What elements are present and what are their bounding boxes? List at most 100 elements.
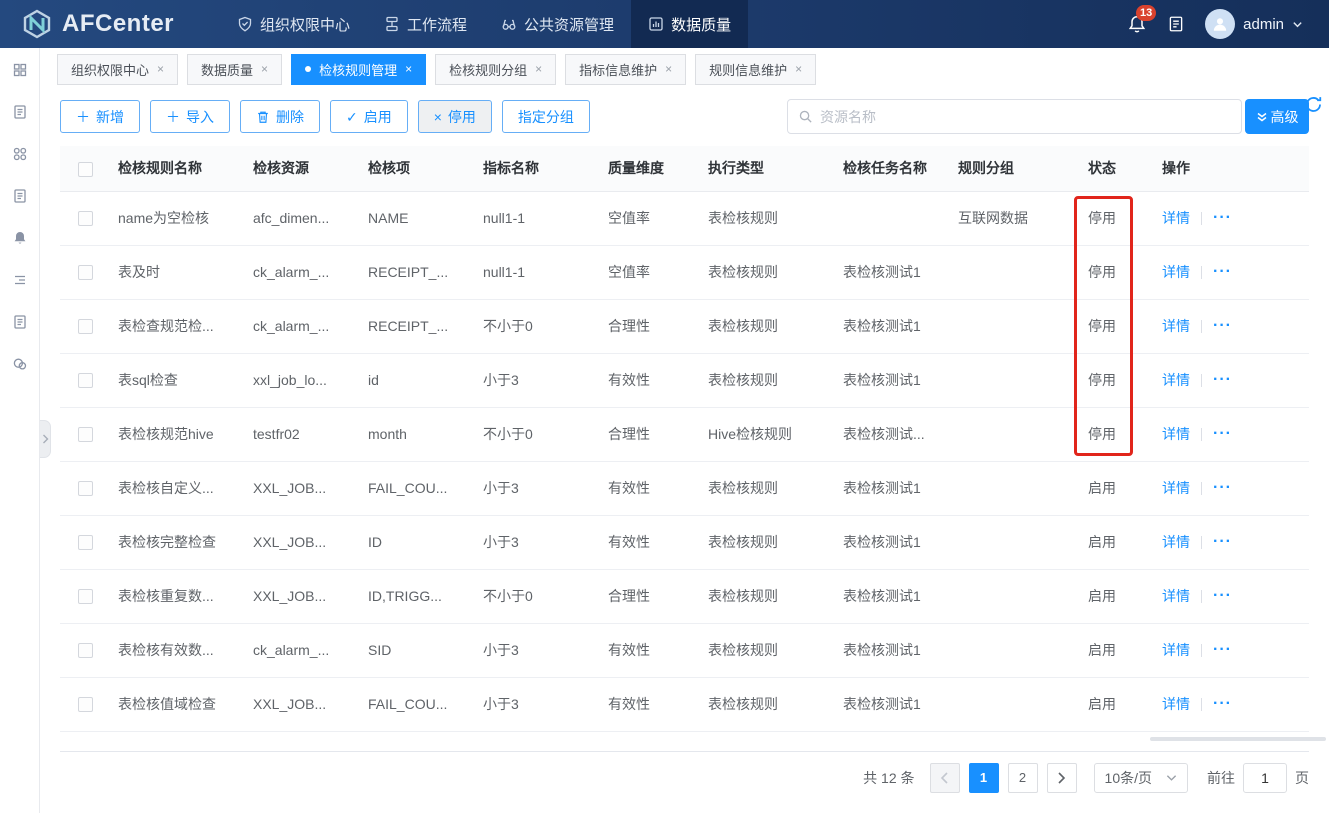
sidebar-database-icon[interactable] <box>12 356 28 372</box>
resources-icon <box>501 16 517 32</box>
detail-link[interactable]: 详情 <box>1162 210 1190 226</box>
action-divider <box>1201 536 1202 549</box>
detail-link[interactable]: 详情 <box>1162 264 1190 280</box>
sidebar-list-icon[interactable] <box>12 272 28 288</box>
page-button-1[interactable]: 1 <box>969 763 999 793</box>
新增-button[interactable]: ＋新增 <box>60 100 140 133</box>
pagination: 共 12 条 12 10条/页 前往 页 <box>60 763 1309 793</box>
table-row: 表检核值域检查XXL_JOB...FAIL_COU...小于3有效性表检核规则表… <box>60 677 1309 731</box>
tab-close-icon[interactable]: × <box>157 62 164 76</box>
more-actions-icon[interactable]: ··· <box>1213 479 1232 496</box>
horizontal-scrollbar[interactable] <box>1150 737 1326 741</box>
tab-close-icon[interactable]: × <box>535 62 542 76</box>
row-checkbox[interactable] <box>78 211 93 226</box>
nav-item-2[interactable]: 工作流程 <box>367 0 484 48</box>
tab-检核规则管理[interactable]: 检核规则管理× <box>291 54 426 85</box>
sidebar-document-icon[interactable] <box>12 188 28 204</box>
page-button-2[interactable]: 2 <box>1008 763 1038 793</box>
main-nav: 组织权限中心工作流程公共资源管理数据质量 <box>220 0 748 48</box>
detail-link[interactable]: 详情 <box>1162 480 1190 496</box>
search-input[interactable] <box>820 109 1231 125</box>
detail-link[interactable]: 详情 <box>1162 696 1190 712</box>
row-checkbox[interactable] <box>78 535 93 550</box>
cell-status: 停用 <box>1088 353 1162 407</box>
detail-link[interactable]: 详情 <box>1162 318 1190 334</box>
tab-close-icon[interactable]: × <box>665 62 672 76</box>
row-checkbox[interactable] <box>78 589 93 604</box>
more-actions-icon[interactable]: ··· <box>1213 587 1232 604</box>
row-checkbox[interactable] <box>78 373 93 388</box>
cell-task: 表检核测试1 <box>843 245 958 299</box>
action-divider <box>1201 374 1202 387</box>
启用-button[interactable]: ✓启用 <box>330 100 408 133</box>
select-all-checkbox[interactable] <box>78 162 93 177</box>
detail-link[interactable]: 详情 <box>1162 588 1190 604</box>
停用-button[interactable]: ×停用 <box>418 100 492 133</box>
cell-group <box>958 299 1088 353</box>
cell-metric: 不小于0 <box>483 407 608 461</box>
cell-task: 表检核测试1 <box>843 569 958 623</box>
refresh-icon[interactable] <box>1304 95 1323 114</box>
page-size-select[interactable]: 10条/页 <box>1094 763 1188 793</box>
tab-指标信息维护[interactable]: 指标信息维护× <box>565 54 686 85</box>
log-document-icon[interactable] <box>1167 15 1185 33</box>
next-page-button[interactable] <box>1047 763 1077 793</box>
more-actions-icon[interactable]: ··· <box>1213 209 1232 226</box>
app-logo[interactable]: AFCenter <box>0 0 192 48</box>
sidebar-grid-icon[interactable] <box>12 62 28 78</box>
nav-item-3[interactable]: 公共资源管理 <box>484 0 631 48</box>
cell-name: 表检查规范检... <box>118 299 253 353</box>
cell-dimension: 有效性 <box>608 515 708 569</box>
prev-page-button[interactable] <box>930 763 960 793</box>
row-checkbox[interactable] <box>78 643 93 658</box>
table-row: 表sql检查xxl_job_lo...id小于3有效性表检核规则表检核测试1停用… <box>60 353 1309 407</box>
tab-close-icon[interactable]: × <box>795 62 802 76</box>
detail-link[interactable]: 详情 <box>1162 642 1190 658</box>
tab-检核规则分组[interactable]: 检核规则分组× <box>435 54 556 85</box>
more-actions-icon[interactable]: ··· <box>1213 533 1232 550</box>
sidebar-document-icon[interactable] <box>12 104 28 120</box>
more-actions-icon[interactable]: ··· <box>1213 641 1232 658</box>
more-actions-icon[interactable]: ··· <box>1213 425 1232 442</box>
删除-button[interactable]: 删除 <box>240 100 320 133</box>
table-row: name为空检核afc_dimen...NAMEnull1-1空值率表检核规则互… <box>60 191 1309 245</box>
more-actions-icon[interactable]: ··· <box>1213 263 1232 280</box>
cell-group <box>958 515 1088 569</box>
sidebar-bell-icon[interactable] <box>12 230 28 246</box>
detail-link[interactable]: 详情 <box>1162 426 1190 442</box>
more-actions-icon[interactable]: ··· <box>1213 317 1232 334</box>
cell-status: 启用 <box>1088 623 1162 677</box>
action-divider <box>1201 212 1202 225</box>
advanced-search-button[interactable]: 高级 <box>1245 99 1309 134</box>
goto-page-input[interactable] <box>1243 763 1287 793</box>
table-row: 表检核自定义...XXL_JOB...FAIL_COU...小于3有效性表检核规… <box>60 461 1309 515</box>
user-menu[interactable]: admin <box>1205 9 1303 39</box>
detail-link[interactable]: 详情 <box>1162 372 1190 388</box>
指定分组-button[interactable]: 指定分组 <box>502 100 590 133</box>
tab-规则信息维护[interactable]: 规则信息维护× <box>695 54 816 85</box>
tab-组织权限中心[interactable]: 组织权限中心× <box>57 54 178 85</box>
tab-close-icon[interactable]: × <box>405 62 412 76</box>
nav-item-label: 组织权限中心 <box>260 14 350 35</box>
table-row: 表检核有效数...ck_alarm_...SID小于3有效性表检核规则表检核测试… <box>60 623 1309 677</box>
row-checkbox[interactable] <box>78 319 93 334</box>
notifications-button[interactable]: 13 <box>1127 14 1147 34</box>
sidebar-document-icon[interactable] <box>12 314 28 330</box>
sidebar-collapse-handle[interactable] <box>40 420 51 458</box>
导入-button[interactable]: ＋导入 <box>150 100 230 133</box>
nav-item-4[interactable]: 数据质量 <box>631 0 748 48</box>
logo-mark-icon <box>22 9 52 39</box>
cell-resource: XXL_JOB... <box>253 515 368 569</box>
trash-icon <box>256 110 270 124</box>
row-checkbox[interactable] <box>78 697 93 712</box>
row-checkbox[interactable] <box>78 427 93 442</box>
detail-link[interactable]: 详情 <box>1162 534 1190 550</box>
more-actions-icon[interactable]: ··· <box>1213 695 1232 712</box>
row-checkbox[interactable] <box>78 265 93 280</box>
row-checkbox[interactable] <box>78 481 93 496</box>
sidebar-apps-icon[interactable] <box>12 146 28 162</box>
tab-close-icon[interactable]: × <box>261 62 268 76</box>
more-actions-icon[interactable]: ··· <box>1213 371 1232 388</box>
tab-数据质量[interactable]: 数据质量× <box>187 54 282 85</box>
nav-item-1[interactable]: 组织权限中心 <box>220 0 367 48</box>
